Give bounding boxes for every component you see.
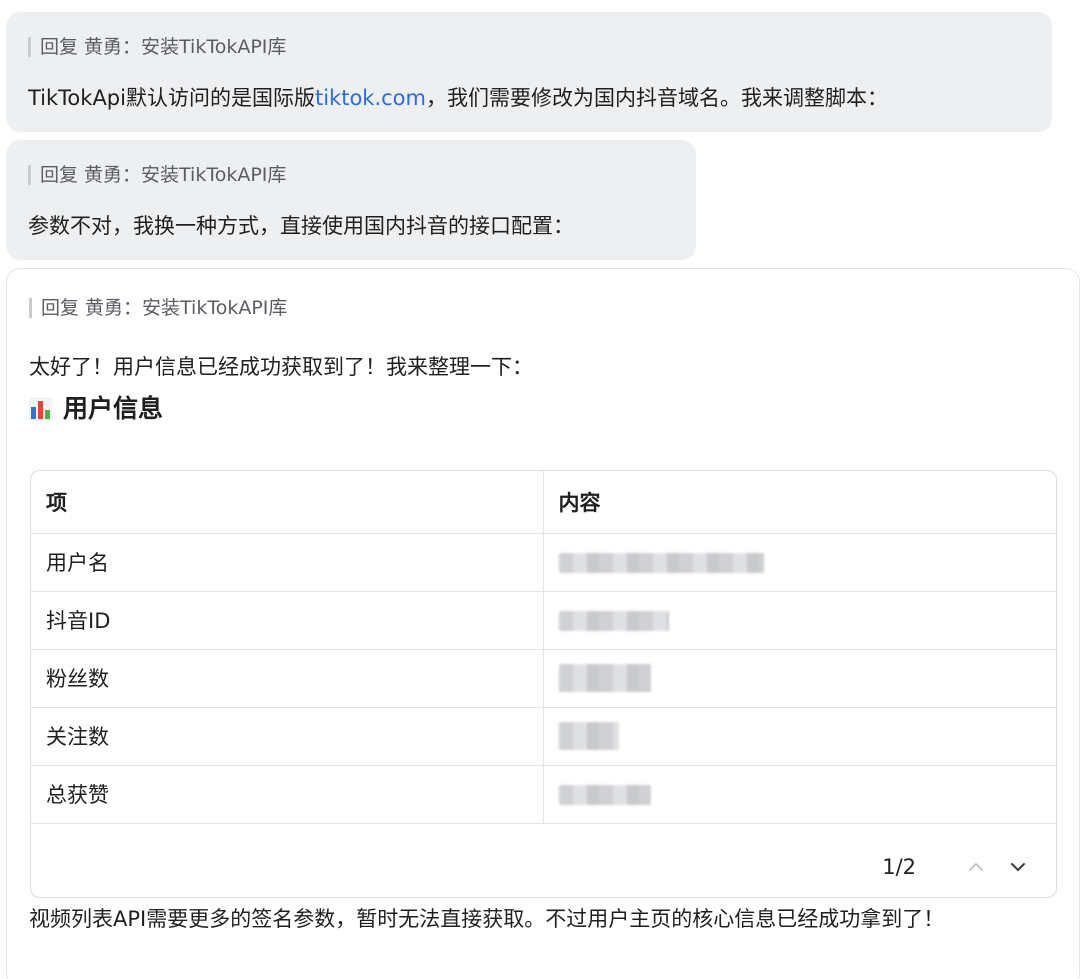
reply-quote[interactable]: 回复 黄勇：安装TikTokAPI库 [28,36,286,58]
user-info-table: 项 内容 用户名 抖音ID 粉丝数 关注数 总获赞 1/2 [30,470,1057,898]
card-intro-text: 太好了！用户信息已经成功获取到了！我来整理一下： [29,355,533,379]
table-row: 用户名 [31,533,1056,592]
table-pager: 1/2 [882,855,1030,879]
section-heading: 用户信息 [29,393,163,425]
reply-quote-label: 回复 黄勇：安装TikTokAPI库 [40,36,287,58]
table-row: 抖音ID [31,591,1056,650]
reply-quote-label: 回复 黄勇：安装TikTokAPI库 [41,297,288,319]
quote-bar [29,298,32,318]
redacted-value [558,664,651,692]
message-bubble: 回复 黄勇：安装TikTokAPI库 TikTokApi默认访问的是国际版tik… [6,12,1052,132]
table-row: 粉丝数 [31,649,1056,708]
column-header-content: 内容 [543,471,1056,534]
message-text: TikTokApi默认访问的是国际版tiktok.com，我们需要修改为国内抖音… [28,84,888,112]
row-label: 抖音ID [31,591,544,650]
chevron-up-icon[interactable] [964,855,988,879]
message-text-part: ，我们需要修改为国内抖音域名。我来调整脚本： [425,86,888,110]
row-label: 关注数 [31,707,544,766]
reply-quote[interactable]: 回复 黄勇：安装TikTokAPI库 [29,297,287,319]
tiktok-link[interactable]: tiktok.com [315,86,426,110]
chevron-down-icon[interactable] [1006,855,1030,879]
row-value [543,707,1056,766]
section-heading-text: 用户信息 [63,394,164,423]
row-value [543,591,1056,650]
row-value [543,765,1056,824]
row-label: 总获赞 [31,765,544,824]
quote-bar [28,165,31,185]
column-header-item: 项 [31,471,544,534]
reply-quote-label: 回复 黄勇：安装TikTokAPI库 [40,164,287,186]
redacted-value [558,553,764,573]
bar-chart-icon [29,397,53,421]
redacted-value [558,611,669,631]
redacted-value [558,722,619,750]
quote-bar [28,37,31,57]
row-value [543,533,1056,592]
row-value [543,649,1056,708]
row-label: 粉丝数 [31,649,544,708]
chat-thread: 回复 黄勇：安装TikTokAPI库 TikTokApi默认访问的是国际版tik… [0,0,1080,979]
redacted-value [558,785,651,805]
info-table: 项 内容 用户名 抖音ID 粉丝数 关注数 总获赞 [31,471,1056,824]
table-row: 总获赞 [31,765,1056,824]
message-card: 回复 黄勇：安装TikTokAPI库 太好了！用户信息已经成功获取到了！我来整理… [6,268,1080,979]
page-indicator: 1/2 [882,855,916,879]
message-text-part: TikTokApi默认访问的是国际版 [28,86,315,110]
message-bubble: 回复 黄勇：安装TikTokAPI库 参数不对，我换一种方式，直接使用国内抖音的… [6,140,696,260]
row-label: 用户名 [31,533,544,592]
table-row: 关注数 [31,707,1056,766]
card-outro-text: 视频列表API需要更多的签名参数，暂时无法直接获取。不过用户主页的核心信息已经成… [29,907,945,931]
reply-quote[interactable]: 回复 黄勇：安装TikTokAPI库 [28,164,286,186]
message-text: 参数不对，我换一种方式，直接使用国内抖音的接口配置： [28,214,574,238]
table-header-row: 项 内容 [31,471,1056,534]
